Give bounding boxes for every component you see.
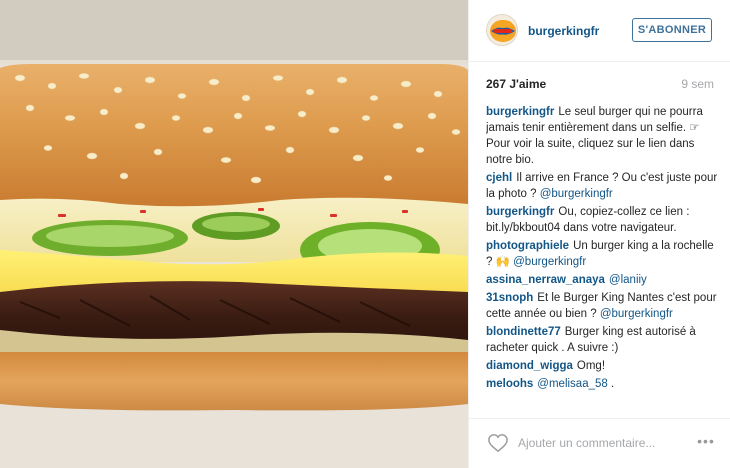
heart-icon[interactable]	[487, 433, 509, 453]
comment-username[interactable]: blondinette77	[486, 326, 561, 338]
comment: burgerkingfr Ou, copiez-collez ce lien : …	[486, 204, 718, 236]
comment-mention[interactable]: @laniiy	[609, 274, 647, 286]
more-options-icon[interactable]: •••	[694, 433, 718, 449]
follow-button[interactable]: S'ABONNER	[632, 18, 712, 42]
comment: blondinette77 Burger king est autorisé à …	[486, 324, 718, 356]
comment-username[interactable]: assina_nerraw_anaya	[486, 274, 605, 286]
comment-mention[interactable]: @burgerkingfr	[513, 256, 586, 268]
comment-mention[interactable]: @melisaa_58	[537, 378, 608, 390]
comment-username[interactable]: burgerkingfr	[486, 206, 554, 218]
likes-count[interactable]: 267 J'aime	[486, 77, 546, 91]
comment: meloohs @melisaa_58 .	[486, 376, 718, 392]
post-time[interactable]: 9 sem	[681, 77, 714, 91]
comment-footer: •••	[469, 418, 730, 468]
post-meta: 267 J'aime 9 sem	[486, 77, 714, 93]
avatar[interactable]	[486, 14, 518, 46]
comment-username[interactable]: burgerkingfr	[486, 106, 554, 118]
post-header: burgerkingfr S'ABONNER	[469, 0, 730, 62]
burger-image	[0, 0, 468, 468]
comment: cjehl Il arrive en France ? Ou c'est just…	[486, 170, 718, 202]
add-comment-input[interactable]	[518, 434, 688, 452]
comment: assina_nerraw_anaya @laniiy	[486, 272, 718, 288]
comment-username[interactable]: 31snoph	[486, 292, 533, 304]
comment-text: .	[611, 378, 615, 390]
comments-list: burgerkingfr Le seul burger qui ne pourra…	[486, 104, 718, 404]
burger-king-logo-icon	[490, 20, 516, 42]
comment: photographiele Un burger king a la rochel…	[486, 238, 718, 270]
post-photo	[0, 0, 468, 468]
comment-mention[interactable]: @burgerkingfr	[600, 308, 673, 320]
comment: diamond_wigga Omg!	[486, 358, 718, 374]
comment-username[interactable]: diamond_wigga	[486, 360, 573, 372]
post-author-username[interactable]: burgerkingfr	[528, 24, 599, 38]
comment: burgerkingfr Le seul burger qui ne pourra…	[486, 104, 718, 168]
comment: 31snoph Et le Burger King Nantes c'est po…	[486, 290, 718, 322]
comment-username[interactable]: photographiele	[486, 240, 569, 252]
comment-username[interactable]: cjehl	[486, 172, 512, 184]
post-sidebar: burgerkingfr S'ABONNER 267 J'aime 9 sem …	[468, 0, 730, 468]
comment-username[interactable]: meloohs	[486, 378, 533, 390]
comment-text: Omg!	[576, 360, 606, 372]
comment-mention[interactable]: @burgerkingfr	[540, 188, 613, 200]
